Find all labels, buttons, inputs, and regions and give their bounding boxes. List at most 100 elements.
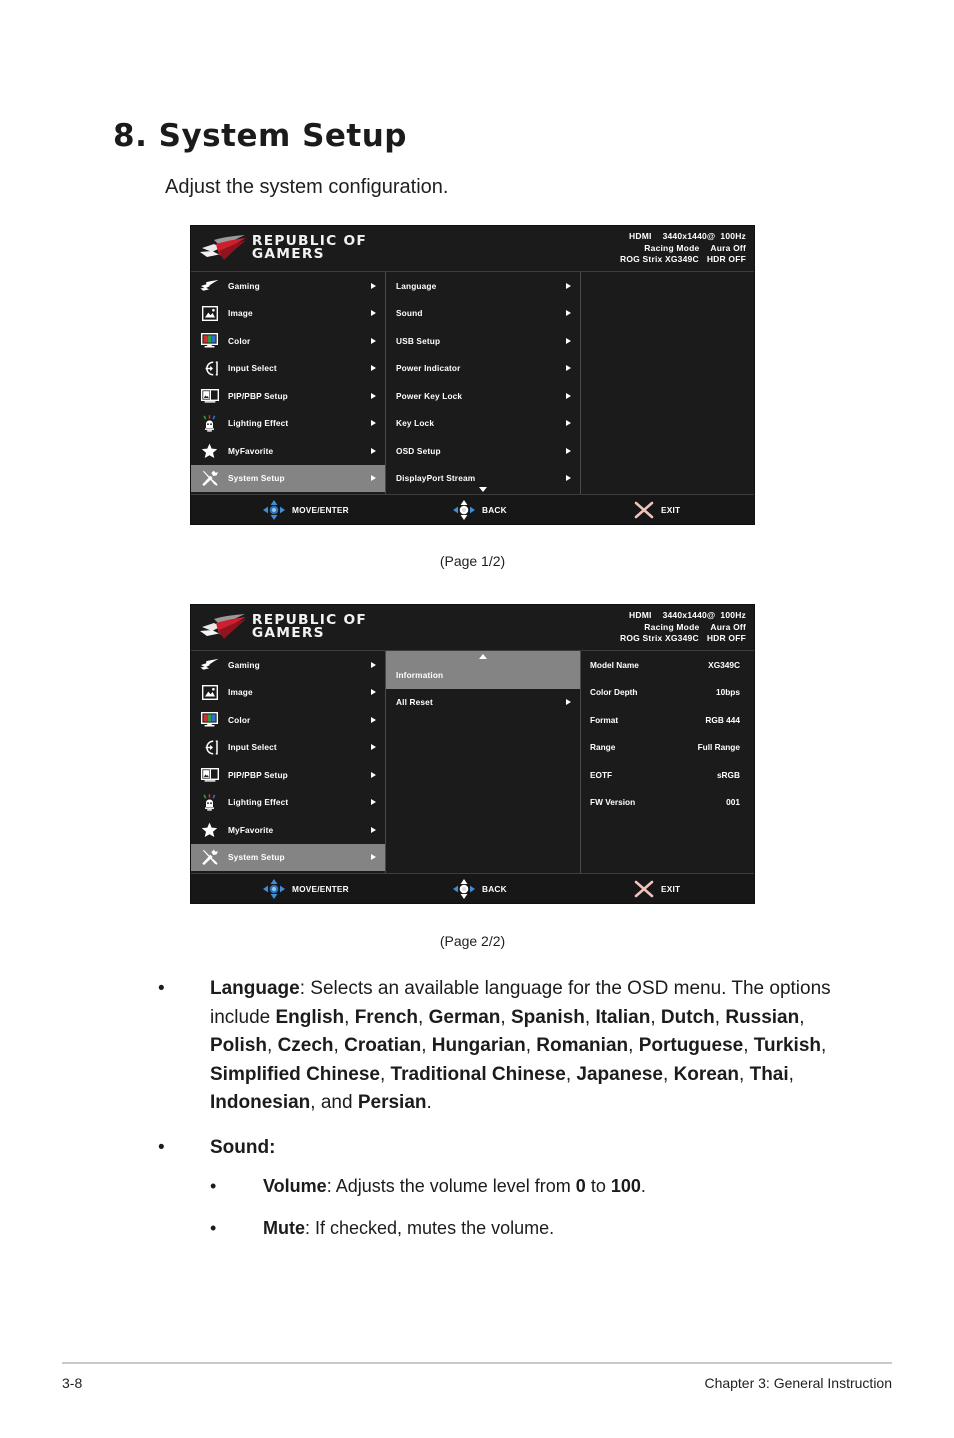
menu-item-color[interactable]: Color bbox=[191, 327, 385, 355]
menu-item-image[interactable]: Image bbox=[191, 300, 385, 328]
status-mode: Racing Mode bbox=[644, 242, 700, 253]
submenu-item-key-lock[interactable]: Key Lock bbox=[386, 410, 580, 438]
menu-item-gaming[interactable]: Gaming bbox=[191, 651, 385, 679]
joystick-back-icon bbox=[453, 499, 475, 520]
lang-opt: Traditional Chinese bbox=[390, 1063, 566, 1085]
menu-item-lighting-effect[interactable]: Lighting Effect bbox=[191, 410, 385, 438]
term-mute: Mute bbox=[263, 1218, 305, 1238]
submenu-item-label: All Reset bbox=[396, 697, 433, 708]
scroll-down-indicator[interactable] bbox=[386, 484, 580, 494]
menu-item-image[interactable]: Image bbox=[191, 679, 385, 707]
menu-item-input-select[interactable]: Input Select bbox=[191, 734, 385, 762]
chevron-right-icon bbox=[371, 771, 376, 778]
menu-item-pip-pbp-setup[interactable]: PIP/PBP Setup bbox=[191, 761, 385, 789]
menu-item-gaming[interactable]: Gaming bbox=[191, 272, 385, 300]
rog-logo: REPUBLIC OF GAMERS bbox=[199, 610, 366, 643]
back-control[interactable]: BACK bbox=[453, 499, 507, 520]
lang-opt-last: Persian bbox=[357, 1092, 427, 1113]
menu-item-myfavorite[interactable]: MyFavorite bbox=[191, 816, 385, 844]
info-key: Format bbox=[590, 714, 619, 725]
chevron-right-icon bbox=[371, 420, 376, 427]
image-icon bbox=[200, 683, 219, 702]
close-icon bbox=[634, 880, 654, 897]
lighting-effect-icon bbox=[200, 793, 219, 812]
lang-opt: Czech bbox=[277, 1035, 334, 1056]
rog-eye-icon bbox=[200, 655, 219, 674]
status-resolution: 3440x1440@ bbox=[662, 231, 716, 241]
rog-wordmark-line2: GAMERS bbox=[251, 624, 325, 641]
move-enter-label: MOVE/ENTER bbox=[292, 504, 349, 515]
menu-item-color[interactable]: Color bbox=[191, 706, 385, 734]
bullet-glyph: • bbox=[158, 1136, 165, 1158]
color-monitor-icon bbox=[200, 710, 219, 729]
info-row: FW Version 001 bbox=[581, 789, 754, 817]
submenu-item-osd-setup[interactable]: OSD Setup bbox=[386, 437, 580, 465]
status-refresh: 100Hz bbox=[720, 231, 746, 241]
triangle-down-icon bbox=[479, 486, 487, 492]
submenu-item-usb-setup[interactable]: USB Setup bbox=[386, 327, 580, 355]
chevron-right-icon bbox=[371, 475, 376, 482]
osd-body: Gaming Image Color Input Select PIP/PBP … bbox=[191, 651, 754, 873]
status-line-2: Racing Mode Aura Off bbox=[620, 622, 746, 634]
page-title: 8. System Setup bbox=[113, 118, 407, 154]
lang-opt: Romanian bbox=[536, 1035, 629, 1056]
lang-opt: Hungarian bbox=[431, 1035, 526, 1056]
chevron-right-icon bbox=[566, 365, 571, 372]
term-sound: Sound: bbox=[210, 1136, 276, 1158]
lang-opt: Russian bbox=[725, 1006, 800, 1028]
chevron-right-icon bbox=[371, 799, 376, 806]
move-enter-control[interactable]: MOVE/ENTER bbox=[263, 878, 349, 899]
menu-item-label: Gaming bbox=[228, 280, 260, 291]
status-line-2: Racing Mode Aura Off bbox=[620, 243, 746, 255]
osd-panel-page1: REPUBLIC OF GAMERS HDMI 3440x1440@ 100Hz R… bbox=[191, 226, 754, 524]
period: . bbox=[640, 1176, 646, 1196]
info-key: Range bbox=[590, 742, 616, 753]
menu-item-label: PIP/PBP Setup bbox=[228, 390, 288, 401]
wrench-screwdriver-icon bbox=[200, 469, 219, 488]
menu-item-system-setup[interactable]: System Setup bbox=[191, 464, 385, 492]
back-control[interactable]: BACK bbox=[453, 878, 507, 899]
submenu-item-information[interactable]: Information bbox=[386, 661, 580, 689]
lang-opt: Indonesian bbox=[210, 1092, 311, 1113]
rog-wordmark: REPUBLIC OF GAMERS bbox=[251, 613, 367, 641]
submenu-item-label: DisplayPort Stream bbox=[396, 473, 476, 484]
submenu-item-label: USB Setup bbox=[396, 335, 441, 346]
info-key: Color Depth bbox=[590, 687, 638, 698]
rog-wordmark: REPUBLIC OF GAMERS bbox=[251, 234, 367, 262]
exit-control[interactable]: EXIT bbox=[634, 880, 680, 898]
submenu-item-sound[interactable]: Sound bbox=[386, 300, 580, 328]
lang-opt: Italian bbox=[595, 1006, 651, 1028]
chevron-right-icon bbox=[566, 392, 571, 399]
wrench-screwdriver-icon bbox=[200, 848, 219, 867]
pip-pbp-icon bbox=[200, 386, 219, 405]
osd-detail-pane-empty bbox=[581, 272, 754, 494]
osd-status-info: HDMI 3440x1440@ 100Hz Racing Mode Aura Off … bbox=[620, 231, 746, 266]
joystick-4way-icon bbox=[263, 499, 285, 520]
menu-item-label: Lighting Effect bbox=[228, 418, 289, 429]
submenu-item-power-indicator[interactable]: Power Indicator bbox=[386, 355, 580, 383]
move-enter-control[interactable]: MOVE/ENTER bbox=[263, 499, 349, 520]
menu-item-system-setup[interactable]: System Setup bbox=[191, 843, 385, 871]
menu-item-myfavorite[interactable]: MyFavorite bbox=[191, 437, 385, 465]
info-row: Color Depth 10bps bbox=[581, 679, 754, 707]
submenu-item-language[interactable]: Language bbox=[386, 272, 580, 300]
status-hdr: HDR OFF bbox=[706, 633, 746, 644]
exit-control[interactable]: EXIT bbox=[634, 501, 680, 519]
bullet-volume: • Volume: Adjusts the volume level from … bbox=[158, 1172, 858, 1200]
submenu-item-power-key-lock[interactable]: Power Key Lock bbox=[386, 382, 580, 410]
menu-item-pip-pbp-setup[interactable]: PIP/PBP Setup bbox=[191, 382, 385, 410]
menu-item-lighting-effect[interactable]: Lighting Effect bbox=[191, 789, 385, 817]
chevron-right-icon bbox=[371, 854, 376, 861]
submenu-item-all-reset[interactable]: All Reset bbox=[386, 689, 580, 717]
image-icon bbox=[200, 304, 219, 323]
menu-item-label: Image bbox=[228, 308, 253, 319]
joystick-4way-icon bbox=[263, 878, 285, 899]
rog-wordmark-line2: GAMERS bbox=[251, 245, 325, 262]
status-aura: Aura Off bbox=[710, 621, 746, 632]
rog-eye-icon bbox=[200, 614, 246, 639]
bullet-glyph: • bbox=[210, 1176, 217, 1196]
info-value: Full Range bbox=[697, 742, 740, 753]
menu-item-input-select[interactable]: Input Select bbox=[191, 355, 385, 383]
scroll-up-indicator[interactable] bbox=[386, 651, 580, 661]
info-value: XG349C bbox=[708, 659, 740, 670]
